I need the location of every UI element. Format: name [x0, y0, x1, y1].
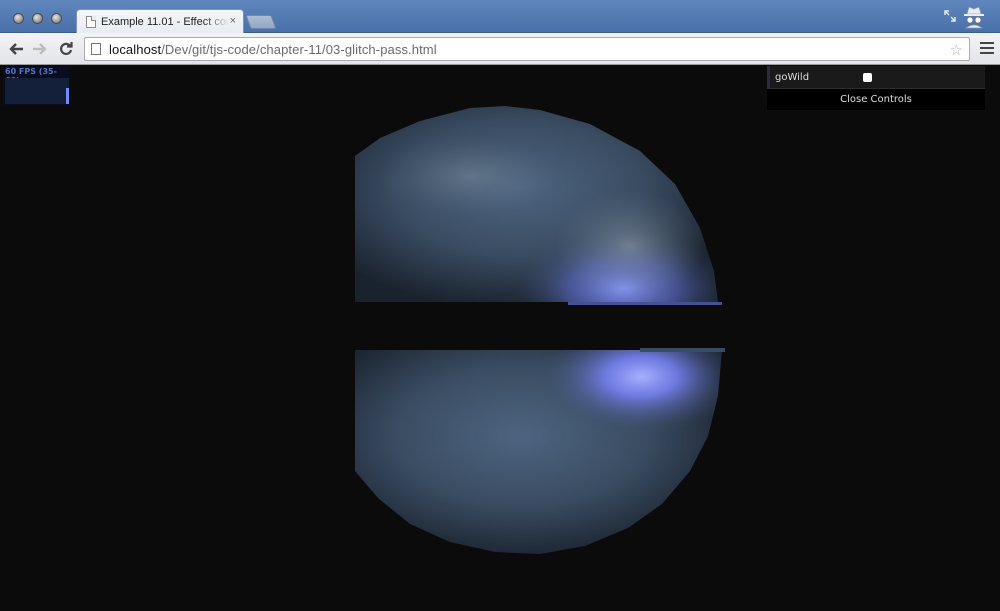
browser-tab-active[interactable]: Example 11.01 - Effect composer ×	[76, 9, 244, 34]
new-tab-button[interactable]	[245, 15, 277, 29]
browser-toolbar: localhost/Dev/git/tjs-code/chapter-11/03…	[0, 33, 1000, 65]
webgl-canvas[interactable]: 60 FPS (35-60) goWild Close Controls	[0, 66, 1000, 611]
reload-button[interactable]	[57, 40, 75, 58]
fps-stats-panel[interactable]: 60 FPS (35-60)	[3, 66, 70, 105]
page-icon	[86, 16, 96, 28]
incognito-icon	[964, 6, 984, 29]
tab-close-icon[interactable]: ×	[230, 15, 236, 27]
fullscreen-icon[interactable]	[944, 10, 956, 22]
arrow-right-icon	[33, 43, 47, 55]
bookmark-star-icon[interactable]: ☆	[950, 41, 963, 59]
url-host: localhost	[109, 41, 162, 57]
forward-button[interactable]	[31, 40, 49, 58]
gowild-label: goWild	[775, 72, 810, 83]
window-titlebar: Example 11.01 - Effect composer ×	[0, 0, 1000, 34]
back-button[interactable]	[7, 40, 25, 58]
menu-icon[interactable]	[980, 42, 994, 55]
minimize-window-button[interactable]	[32, 13, 43, 24]
address-bar[interactable]: localhost/Dev/git/tjs-code/chapter-11/03…	[84, 37, 970, 61]
tab-title: Example 11.01 - Effect composer	[101, 16, 229, 28]
arrow-left-icon	[9, 43, 23, 55]
url-text: localhost/Dev/git/tjs-code/chapter-11/03…	[109, 42, 437, 57]
control-row-gowild[interactable]: goWild	[767, 66, 985, 89]
zoom-window-button[interactable]	[51, 13, 62, 24]
fps-graph-bar	[66, 88, 69, 104]
dat-gui-controls: goWild Close Controls	[767, 66, 985, 110]
close-window-button[interactable]	[13, 13, 24, 24]
reload-icon	[60, 42, 73, 55]
page-icon	[91, 43, 101, 55]
fps-graph	[5, 78, 69, 104]
glitched-earth-render	[355, 106, 725, 554]
close-controls-button[interactable]: Close Controls	[767, 89, 985, 110]
url-path: /Dev/git/tjs-code/chapter-11/03-glitch-p…	[161, 41, 437, 57]
gowild-checkbox[interactable]	[863, 73, 872, 82]
